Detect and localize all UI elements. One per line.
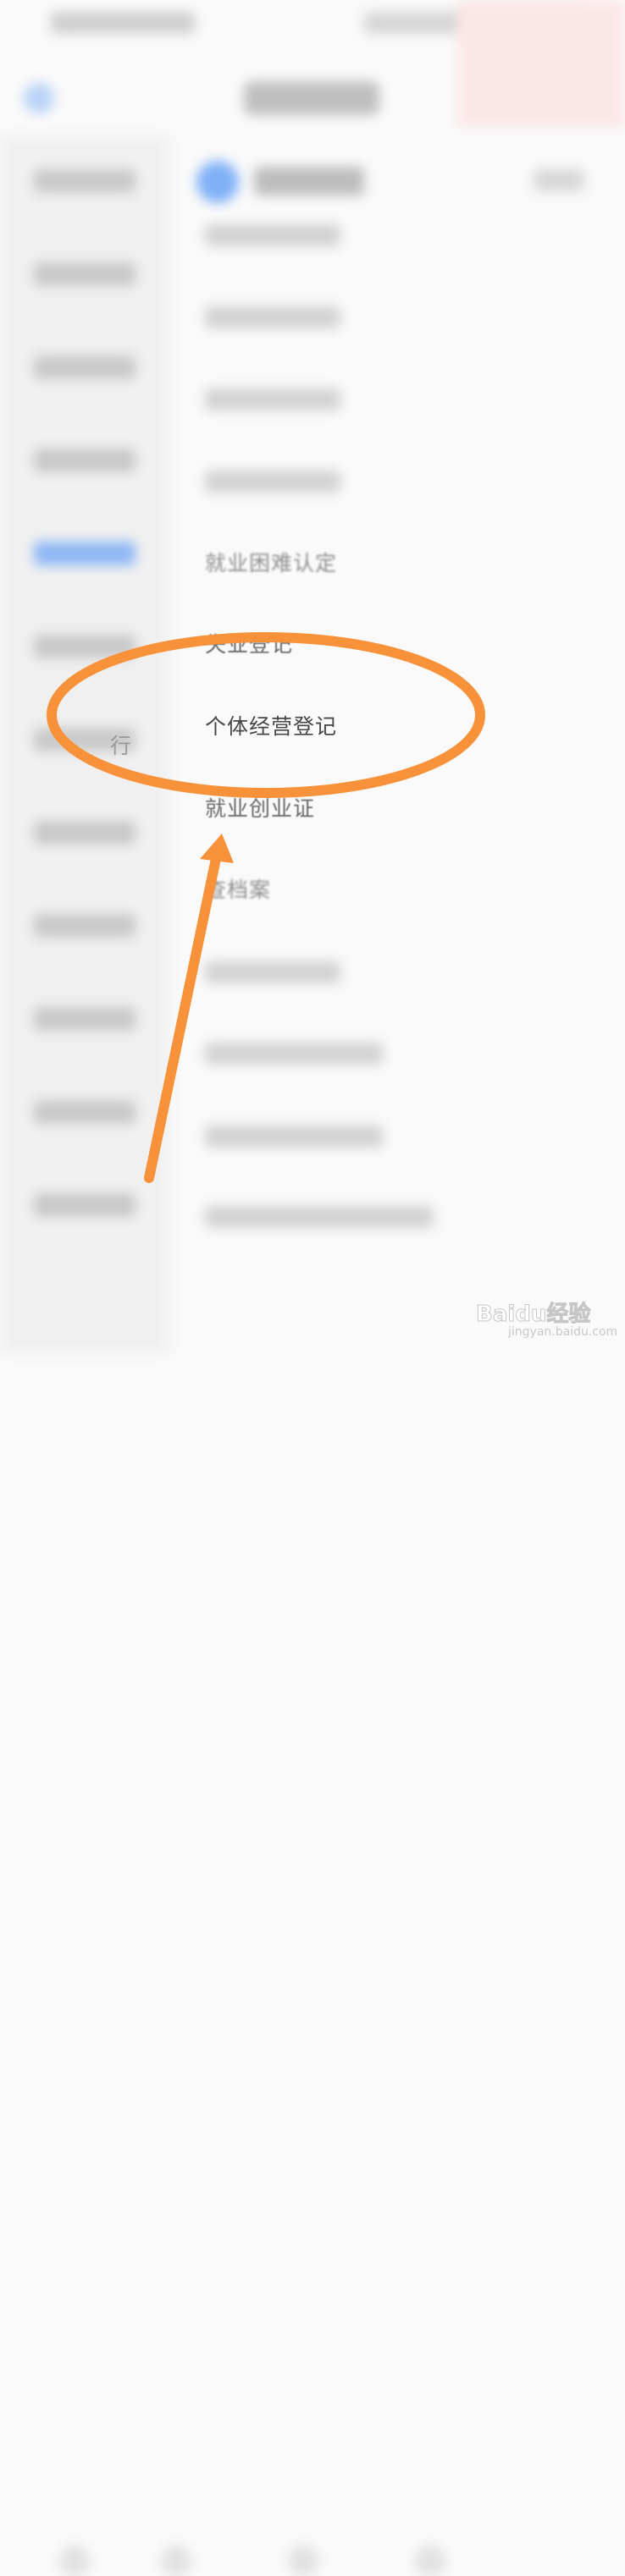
nav-profile-icon[interactable] xyxy=(415,2546,445,2576)
watermark-logo: Baidu经验 xyxy=(475,1302,591,1328)
watermark-url: jingyan.baidu.com xyxy=(508,1325,618,1339)
nav-services-icon[interactable] xyxy=(161,2546,191,2576)
highlight-ellipse xyxy=(47,632,485,798)
nav-home-icon[interactable] xyxy=(59,2546,90,2576)
pointer-arrow-head xyxy=(200,834,234,863)
nav-messages-icon[interactable] xyxy=(288,2546,318,2576)
pointer-arrow-shaft xyxy=(144,850,222,1183)
tutorial-annotation xyxy=(47,632,485,1183)
